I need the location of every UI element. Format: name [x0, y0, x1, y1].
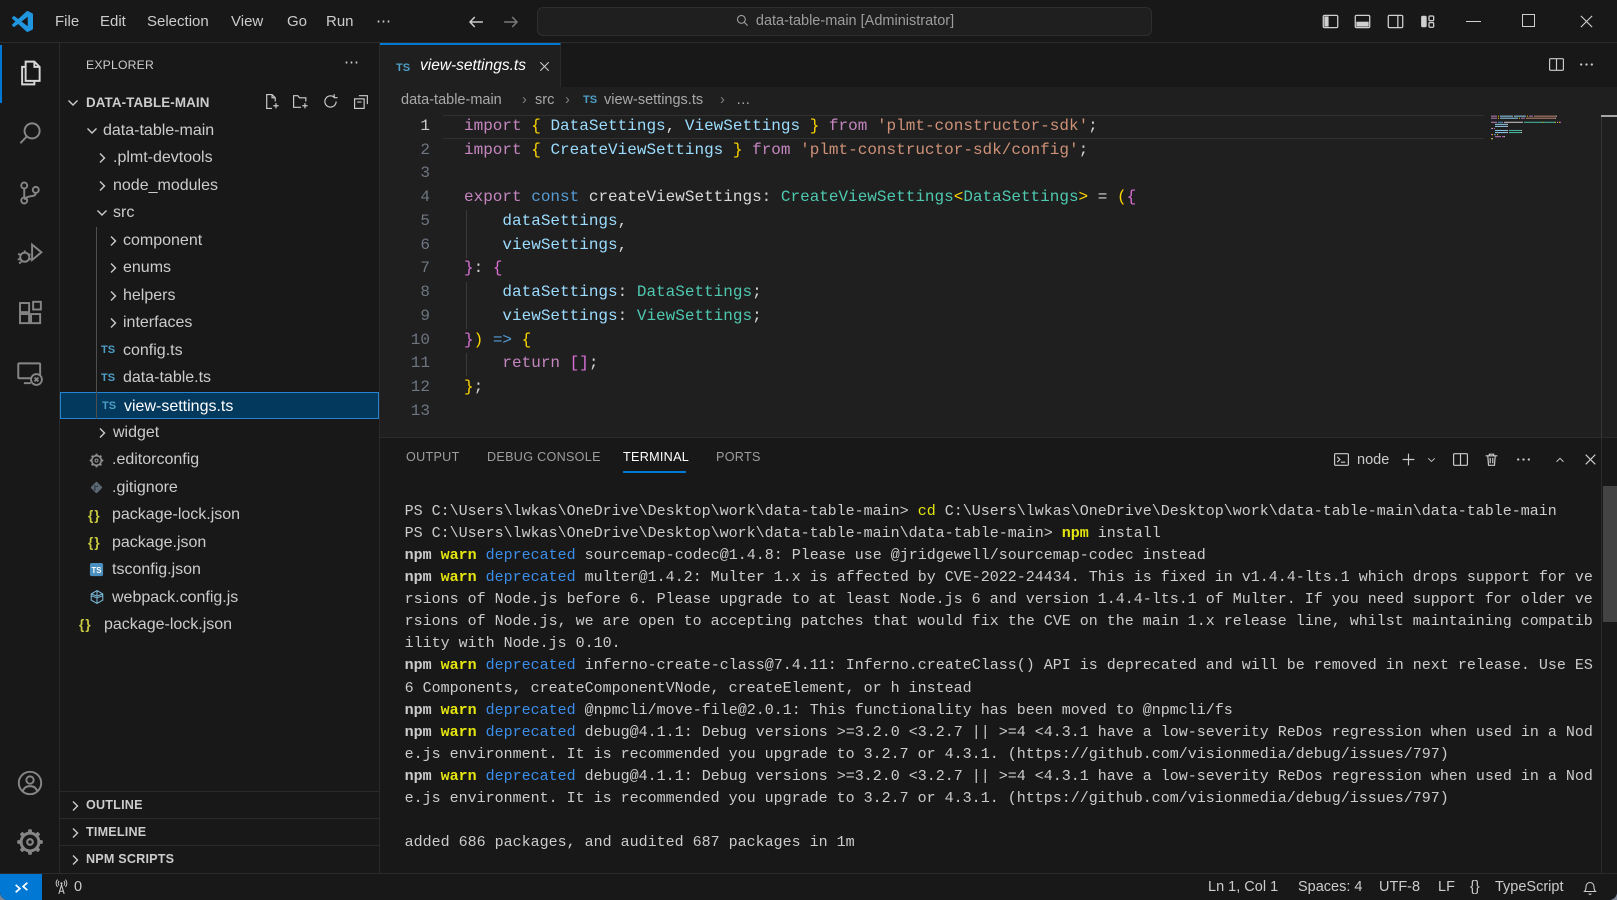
svg-text:TS: TS — [91, 566, 101, 575]
